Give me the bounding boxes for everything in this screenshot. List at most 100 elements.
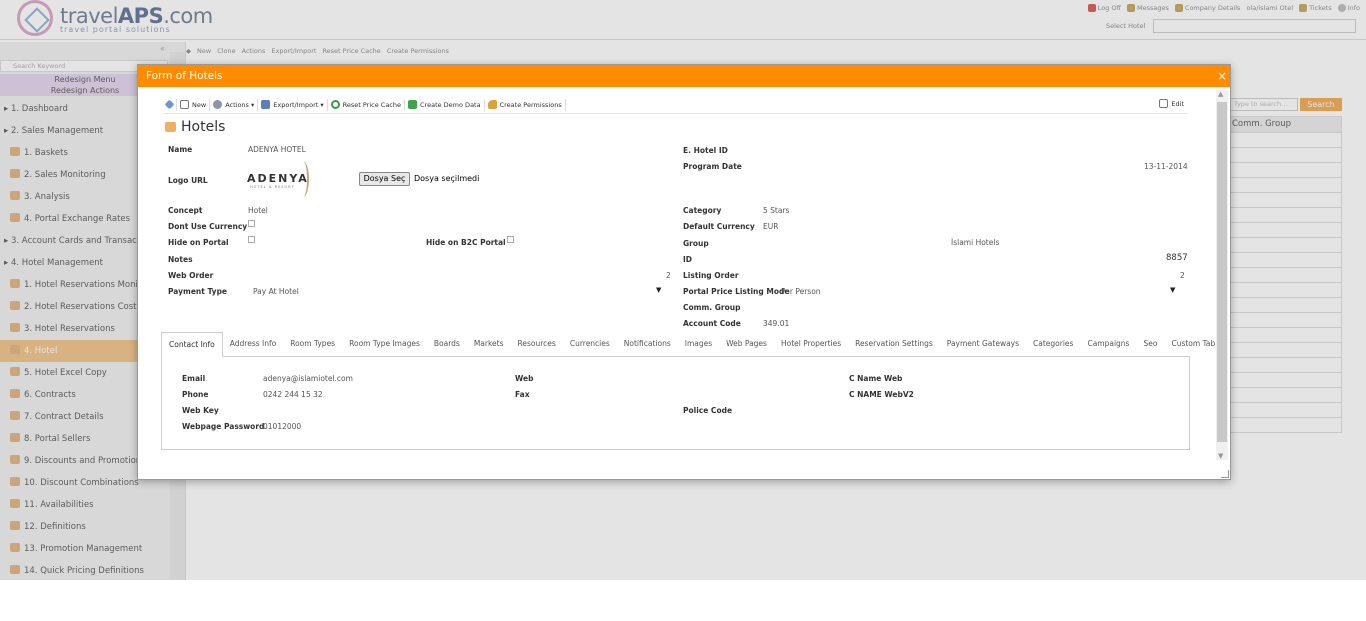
tab-categories[interactable]: Categories <box>1026 332 1080 356</box>
tab-hotel-properties[interactable]: Hotel Properties <box>774 332 848 356</box>
table-row[interactable] <box>1228 193 1342 208</box>
choose-file-button[interactable]: Dosya Seç <box>359 172 410 186</box>
sidebar-item[interactable]: 11. Availabilities <box>0 494 170 516</box>
sidebar-item[interactable]: 13. Promotion Management <box>0 538 170 560</box>
tab-web-pages[interactable]: Web Pages <box>719 332 774 356</box>
default-currency-value[interactable]: EUR <box>763 222 778 231</box>
table-row[interactable] <box>1228 178 1342 193</box>
table-row[interactable] <box>1228 403 1342 418</box>
column-header-comm-group[interactable]: Comm. Group <box>1228 116 1342 133</box>
tab-address-info[interactable]: Address Info <box>223 332 283 356</box>
create-demo-data-button[interactable]: Create Demo Data <box>405 98 485 111</box>
hide-on-b2c-checkbox[interactable] <box>507 236 514 243</box>
table-row[interactable] <box>1228 268 1342 283</box>
messages-link[interactable]: Messages <box>1127 4 1169 12</box>
tab-contact-info[interactable]: Contact Info <box>161 332 223 357</box>
category-value[interactable]: 5 Stars <box>763 206 789 215</box>
sidebar-item[interactable]: 12. Definitions <box>0 516 170 538</box>
export-import-button[interactable]: Export/Import ▾ <box>258 98 328 111</box>
program-date-value[interactable]: 13-11-2014 <box>1144 162 1188 171</box>
tab-resources[interactable]: Resources <box>511 332 563 356</box>
reset-price-cache-button[interactable]: Reset Price Cache <box>328 98 406 111</box>
table-row[interactable] <box>1228 223 1342 238</box>
new-button[interactable]: New <box>177 98 211 111</box>
account-code-value[interactable]: 349.01 <box>763 319 789 328</box>
bg-reset-price-cache-button[interactable]: Reset Price Cache <box>322 47 380 55</box>
table-row[interactable] <box>1228 283 1342 298</box>
tab-reservation-settings[interactable]: Reservation Settings <box>848 332 940 356</box>
resize-handle[interactable] <box>1221 470 1229 478</box>
tab-images[interactable]: Images <box>678 332 719 356</box>
tickets-link[interactable]: Tickets <box>1299 4 1332 12</box>
info-link[interactable]: Info <box>1337 4 1360 12</box>
bg-actions-button[interactable]: Actions <box>242 47 266 55</box>
tab-campaigns[interactable]: Campaigns <box>1080 332 1136 356</box>
actions-button[interactable]: Actions ▾ <box>210 98 259 111</box>
edit-button[interactable]: Edit <box>1159 99 1184 108</box>
tab-room-types[interactable]: Room Types <box>283 332 342 356</box>
bg-export-import-button[interactable]: Export/Import <box>271 47 316 55</box>
bg-new-button[interactable]: New <box>197 47 211 55</box>
table-row[interactable] <box>1228 343 1342 358</box>
scroll-thumb[interactable] <box>1217 102 1227 442</box>
tab-notifications[interactable]: Notifications <box>617 332 678 356</box>
bg-create-permissions-button[interactable]: Create Permissions <box>387 47 449 55</box>
expand-arrow-icon[interactable]: ▸ <box>4 258 11 268</box>
table-row[interactable] <box>1228 418 1342 433</box>
user-link[interactable]: ola/islami Otel <box>1246 4 1293 12</box>
select-hotel-input[interactable] <box>1153 19 1356 33</box>
group-value[interactable]: İslami Hotels <box>951 238 999 247</box>
chevron-down-icon[interactable]: ▼ <box>656 286 661 294</box>
web-order-value[interactable]: 2 <box>666 271 671 280</box>
modal-titlebar[interactable]: Form of Hotels × <box>138 65 1230 87</box>
table-row[interactable] <box>1228 163 1342 178</box>
expand-arrow-icon[interactable]: ▸ <box>4 104 11 114</box>
expand-arrow-icon[interactable]: ▸ <box>4 126 11 136</box>
table-row[interactable] <box>1228 328 1342 343</box>
nav-button[interactable] <box>163 98 177 111</box>
bg-clone-button[interactable]: Clone <box>217 47 235 55</box>
table-row[interactable] <box>1228 208 1342 223</box>
logoff-link[interactable]: Log Off <box>1087 4 1121 12</box>
table-row[interactable] <box>1228 313 1342 328</box>
collapse-sidebar-icon[interactable]: « <box>160 44 165 53</box>
create-permissions-button[interactable]: Create Permissions <box>485 98 566 111</box>
concept-value[interactable]: Hotel <box>248 206 268 215</box>
tab-currencies[interactable]: Currencies <box>563 332 617 356</box>
webpage-password-value[interactable]: 01012000 <box>263 422 301 431</box>
table-row[interactable] <box>1228 238 1342 253</box>
tab-boards[interactable]: Boards <box>427 332 467 356</box>
name-value[interactable]: ADENYA HOTEL <box>248 145 306 154</box>
dont-use-currency-checkbox[interactable] <box>248 220 255 227</box>
tab-room-type-images[interactable]: Room Type Images <box>342 332 427 356</box>
comm-group-label: Comm. Group <box>683 303 741 312</box>
bg-nav-icon[interactable]: ◆ <box>186 47 191 55</box>
list-search-input[interactable]: Type to search... <box>1230 98 1298 111</box>
table-row[interactable] <box>1228 253 1342 268</box>
table-row[interactable] <box>1228 298 1342 313</box>
table-row[interactable] <box>1228 388 1342 403</box>
scroll-up-icon[interactable]: ▲ <box>1218 90 1223 98</box>
modal-scrollbar[interactable]: ▲ ▼ <box>1216 90 1228 460</box>
table-row[interactable] <box>1228 358 1342 373</box>
company-details-link[interactable]: Company Details <box>1174 4 1240 12</box>
tab-payment-gateways[interactable]: Payment Gateways <box>940 332 1026 356</box>
list-search-button[interactable]: Search <box>1300 98 1342 111</box>
expand-arrow-icon[interactable]: ▸ <box>4 236 11 246</box>
email-value[interactable]: adenya@islamiotel.com <box>263 374 353 383</box>
table-row[interactable] <box>1228 133 1342 148</box>
scroll-down-icon[interactable]: ▼ <box>1218 452 1223 460</box>
hide-on-portal-checkbox[interactable] <box>248 236 255 243</box>
close-icon[interactable]: × <box>1217 65 1227 87</box>
sidebar-item[interactable]: 14. Quick Pricing Definitions <box>0 560 170 582</box>
chevron-down-icon[interactable]: ▼ <box>1170 286 1175 294</box>
phone-value[interactable]: 0242 244 15 32 <box>263 390 323 399</box>
tab-custom-tab[interactable]: Custom Tab <box>1164 332 1222 356</box>
tab-seo[interactable]: Seo <box>1136 332 1164 356</box>
table-row[interactable] <box>1228 373 1342 388</box>
tab-markets[interactable]: Markets <box>467 332 511 356</box>
portal-price-mode-select[interactable]: Per Person <box>781 287 821 296</box>
listing-order-value[interactable]: 2 <box>1180 271 1185 280</box>
payment-type-select[interactable]: Pay At Hotel <box>253 287 299 296</box>
table-row[interactable] <box>1228 148 1342 163</box>
